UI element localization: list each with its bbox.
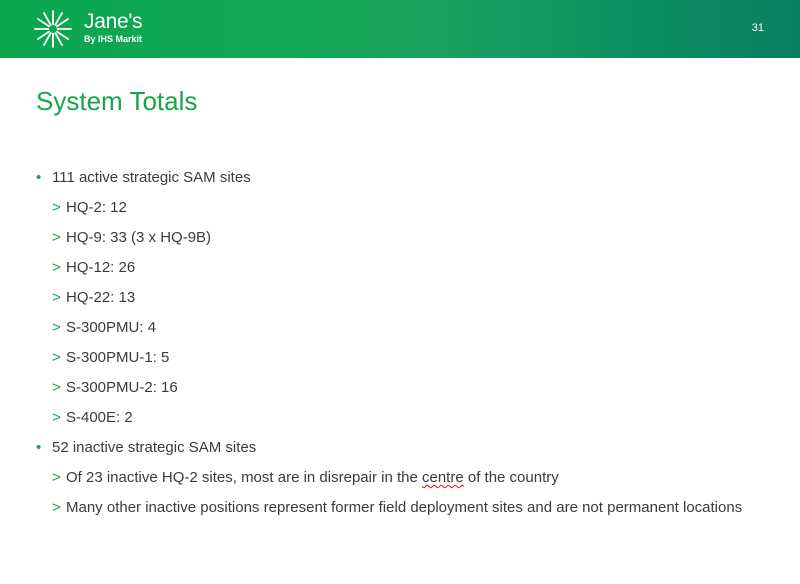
sub-bullet-item: > S-300PMU: 4 — [36, 318, 756, 337]
sub-bullet-text: HQ-22: 13 — [66, 289, 136, 306]
sub-bullet-item: > Of 23 inactive HQ-2 sites, most are in… — [36, 468, 756, 487]
sub-bullet-item: > S-400E: 2 — [36, 408, 756, 427]
sub-bullet-arrow: > — [52, 499, 61, 516]
bullet-item: • 52 inactive strategic SAM sites — [36, 438, 756, 457]
sub-bullet-item: > HQ-2: 12 — [36, 198, 756, 217]
sub-bullet-arrow: > — [52, 229, 61, 246]
sub-bullet-arrow: > — [52, 409, 61, 426]
sub-bullet-text-part: of the country — [463, 469, 559, 486]
sub-bullet-arrow: > — [52, 469, 61, 486]
sub-bullet-text: HQ-12: 26 — [66, 259, 136, 276]
bullet-dot: • — [36, 169, 42, 186]
sub-bullet-item: > HQ-22: 13 — [36, 288, 756, 307]
sub-bullet-text: HQ-9: 33 (3 x HQ-9B) — [66, 229, 212, 246]
bullet-text: 111 active strategic SAM sites — [52, 169, 251, 186]
bullet-item: • 111 active strategic SAM sites — [36, 168, 756, 187]
sub-bullet-item: > HQ-9: 33 (3 x HQ-9B) — [36, 228, 756, 247]
sub-bullet-item: > Many other inactive positions represen… — [36, 498, 756, 517]
sub-bullet-arrow: > — [52, 259, 61, 276]
sub-bullet-text: Many other inactive positions represent … — [66, 499, 743, 516]
sub-bullet-arrow: > — [52, 379, 61, 396]
slide-title: System Totals — [36, 86, 198, 116]
sub-bullet-text-part: Of 23 inactive HQ-2 sites, most are in d… — [66, 469, 422, 486]
page-number: 31 — [751, 22, 764, 34]
sub-bullet-text: S-300PMU: 4 — [66, 319, 157, 336]
sub-bullet-arrow: > — [52, 199, 61, 216]
header-banner: Jane's By IHS Markit 31 — [0, 0, 800, 58]
brand-name: Jane's — [84, 10, 143, 33]
brand: Jane's By IHS Markit — [84, 10, 143, 45]
brand-subtitle: By IHS Markit — [84, 34, 143, 44]
sub-bullet-text: S-300PMU-2: 16 — [66, 379, 178, 396]
sub-bullet-item: > S-300PMU-1: 5 — [36, 348, 756, 367]
sub-bullet-text: S-300PMU-1: 5 — [66, 349, 170, 366]
sub-bullet-arrow: > — [52, 289, 61, 306]
janes-logo-icon — [34, 10, 72, 48]
sub-bullet-item: > S-300PMU-2: 16 — [36, 378, 756, 397]
bullet-list: • 111 active strategic SAM sites > HQ-2:… — [36, 168, 756, 528]
bullet-text: 52 inactive strategic SAM sites — [52, 439, 257, 456]
spellcheck-flagged-word: centre — [421, 469, 464, 486]
sub-bullet-text: S-400E: 2 — [66, 409, 133, 426]
bullet-dot: • — [36, 439, 42, 456]
sub-bullet-arrow: > — [52, 349, 61, 366]
sub-bullet-item: > HQ-12: 26 — [36, 258, 756, 277]
sub-bullet-arrow: > — [52, 319, 61, 336]
sub-bullet-text: HQ-2: 12 — [66, 199, 127, 216]
